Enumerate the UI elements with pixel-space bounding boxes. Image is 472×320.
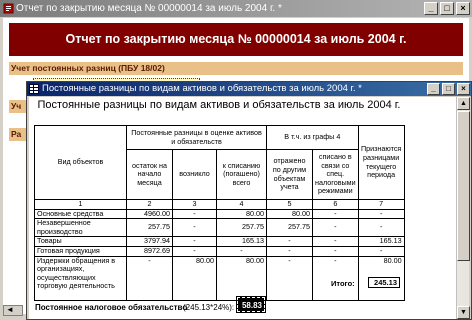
- cell-spec: -: [312, 218, 359, 238]
- cell-reflected: 257.75: [266, 218, 313, 238]
- section-header-permanent-differences[interactable]: Учет постоянных разниц (ПБУ 18/02): [9, 62, 463, 75]
- column-number: 1: [34, 199, 127, 210]
- column-number: 4: [216, 199, 267, 210]
- cell-reflected: -: [266, 236, 313, 247]
- table-icon: [29, 84, 39, 94]
- cell-writeoff: 257.75: [216, 218, 267, 238]
- tax-liability-value[interactable]: 58.83: [236, 296, 266, 313]
- row-name: Готовая продукция: [34, 245, 127, 257]
- header-spec: списано в связи со спец. налоговыми режи…: [312, 149, 359, 200]
- scroll-up-icon[interactable]: ▲: [457, 97, 470, 110]
- cell-spec: -: [312, 208, 359, 220]
- column-number: 7: [357, 199, 405, 210]
- cell-writeoff: 80.00: [216, 208, 267, 220]
- main-window-title: Отчет по закрытию месяца № 00000014 за и…: [16, 3, 282, 14]
- table-row: Незавершенное производство 257.75 - 257.…: [34, 218, 405, 238]
- cell-reflected: -: [266, 255, 313, 301]
- maximize-button[interactable]: □: [440, 2, 454, 15]
- cell-balance: 4960.00: [126, 208, 173, 220]
- cell-writeoff: -: [216, 245, 267, 257]
- report-window-titlebar[interactable]: Постоянные разницы по видам активов и об…: [27, 82, 471, 96]
- cell-reflected: -: [266, 245, 313, 257]
- minimize-button[interactable]: _: [427, 83, 440, 95]
- cell-balance: 3797.94: [126, 236, 173, 247]
- cell-arose: -: [172, 208, 217, 220]
- row-name: Издержки обращения в организациях, осуще…: [34, 255, 127, 301]
- header-arose: возникло: [172, 149, 217, 200]
- table-row: Основные средства 4960.00 - 80.00 80.00 …: [34, 208, 405, 220]
- close-button[interactable]: ×: [456, 2, 470, 15]
- cell-spec: -: [312, 236, 359, 247]
- report-content: Постоянные разницы по видам активов и об…: [29, 97, 470, 319]
- permanent-differences-report-window: Постоянные разницы по видам активов и об…: [26, 81, 472, 320]
- tax-liability-calc: (245.13*24%):: [183, 303, 235, 312]
- column-number: 3: [172, 199, 217, 210]
- tax-liability-label: Постоянное налоговое обязательство: [35, 303, 188, 312]
- close-button[interactable]: ×: [457, 83, 470, 95]
- cell-balance: 257.75: [126, 218, 173, 238]
- column-number: 6: [312, 199, 359, 210]
- main-window-titlebar[interactable]: Отчет по закрытию месяца № 00000014 за и…: [0, 0, 472, 17]
- cell-writeoff: 80.00: [216, 255, 267, 301]
- header-writeoff: к списанию (погашено) всего: [216, 149, 267, 200]
- cell-balance: -: [126, 255, 173, 301]
- header-reflected: отражено по другим объектам учета: [266, 149, 313, 200]
- cell-reflected: 80.00: [266, 208, 313, 220]
- maximize-button[interactable]: □: [442, 83, 455, 95]
- tax-liability-line: Постоянное налоговое обязательство (245.…: [35, 303, 234, 312]
- cell-balance: 8972.69: [126, 245, 173, 257]
- scroll-down-icon[interactable]: ▼: [457, 306, 470, 319]
- vertical-scrollbar[interactable]: ▲ ▼: [456, 97, 470, 319]
- row-name: Незавершенное производство: [34, 218, 127, 238]
- header-recognized: Признаются разницами текущего периода: [357, 125, 405, 200]
- minimize-button[interactable]: _: [424, 2, 438, 15]
- row-name: Основные средства: [34, 208, 127, 220]
- row-name: Товары: [34, 236, 127, 247]
- header-group-incl: В т.ч. из графы 4: [266, 125, 359, 150]
- cell-arose: -: [172, 236, 217, 247]
- column-number: 2: [126, 199, 173, 210]
- report-title: Постоянные разницы по видам активов и об…: [37, 99, 401, 111]
- report-window-title: Постоянные разницы по видам активов и об…: [42, 83, 362, 94]
- header-balance: остаток на начало месяца: [126, 149, 173, 200]
- cell-recognized: -: [357, 218, 405, 238]
- cell-recognized: 165.13: [357, 236, 405, 247]
- total-label: Итого:: [331, 279, 355, 288]
- column-number: 5: [266, 199, 313, 210]
- total-value: 245.13: [368, 277, 400, 288]
- table-row: Готовая продукция 8972.69 - - - - -: [34, 245, 405, 257]
- cell-arose: -: [172, 245, 217, 257]
- permanent-differences-table: Вид объектов Постоянные разницы в оценке…: [34, 125, 405, 301]
- cell-recognized: -: [357, 208, 405, 220]
- document-icon: [3, 3, 14, 14]
- cell-recognized: -: [357, 245, 405, 257]
- report-header: Отчет по закрытию месяца № 00000014 за и…: [9, 23, 463, 56]
- horizontal-scrollbar-left-arrow[interactable]: [3, 305, 23, 316]
- cell-arose: 80.00: [172, 255, 217, 301]
- cell-writeoff: 165.13: [216, 236, 267, 247]
- scroll-thumb[interactable]: [457, 111, 470, 261]
- cell-arose: -: [172, 218, 217, 238]
- table-row: Товары 3797.94 - 165.13 - - 165.13: [34, 236, 405, 247]
- header-object-type: Вид объектов: [34, 125, 127, 200]
- header-group-main: Постоянные разницы в оценке активов и об…: [126, 125, 267, 150]
- cell-spec: -: [312, 245, 359, 257]
